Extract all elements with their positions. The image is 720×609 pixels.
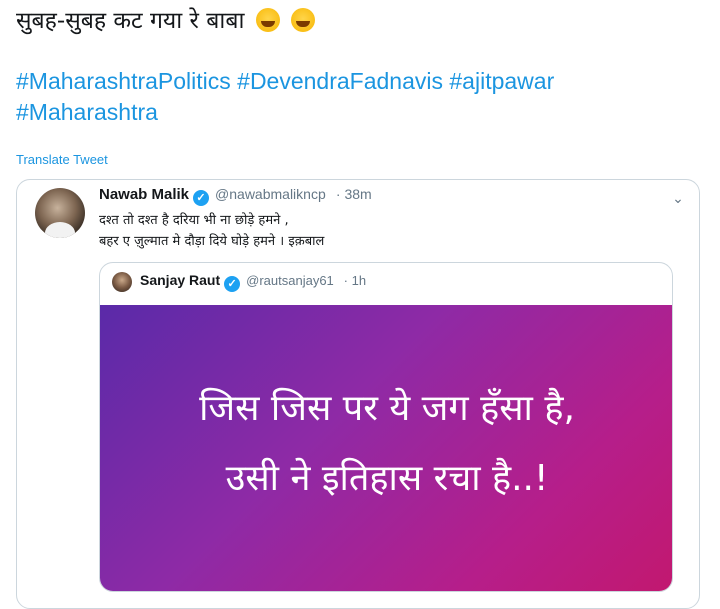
tears-of-joy-emoji-icon [291, 8, 316, 32]
tweet-body: सुबह-सुबह कट गया रे बाबा [16, 8, 245, 34]
image-text-line-1: जिस जिस पर ये जग हँसा है, [199, 388, 575, 429]
hashtag-link[interactable]: #ajitpawar [449, 68, 554, 94]
quoted-line-2: बहर ए ज़ुल्मात मे दौड़ा दिये घोड़े हमने … [99, 234, 325, 249]
verified-badge-icon: ✓ [193, 190, 210, 206]
translate-tweet-link[interactable]: Translate Tweet [16, 152, 108, 167]
author-name[interactable]: Sanjay Raut [140, 272, 220, 288]
quote-image[interactable]: जिस जिस पर ये जग हँसा है, उसी ने इतिहास … [100, 305, 672, 591]
quoted-tweet-text: दश्त तो दश्त है दरिया भी ना छोड़े हमने ,… [99, 210, 324, 252]
author-name[interactable]: Nawab Malik [99, 186, 189, 203]
image-text-line-2: उसी ने इतिहास रचा है..! [225, 458, 549, 499]
hashtag-link[interactable]: #Maharashtra [16, 99, 158, 125]
nested-author: Sanjay Raut ✓ @rautsanjay61 · 1h [140, 272, 366, 292]
author-handle[interactable]: @nawabmalikncp [215, 186, 326, 202]
rolling-on-floor-laughing-emoji-icon [255, 8, 280, 32]
verified-badge-icon: ✓ [224, 276, 241, 292]
hashtag-link[interactable]: #DevendraFadnavis [237, 68, 443, 94]
avatar[interactable] [35, 188, 85, 238]
hashtags: #MaharashtraPolitics #DevendraFadnavis #… [16, 66, 706, 128]
tweet-time[interactable]: · 1h [344, 273, 366, 288]
avatar[interactable] [112, 272, 132, 292]
tweet-text: सुबह-सुबह कट गया रे बाबा [16, 4, 316, 38]
nested-quoted-tweet[interactable]: Sanjay Raut ✓ @rautsanjay61 · 1h जिस जिस प… [99, 262, 673, 592]
chevron-down-icon[interactable]: ⌄ [669, 190, 687, 208]
hashtag-link[interactable]: #MaharashtraPolitics [16, 68, 231, 94]
author-handle[interactable]: @rautsanjay61 [246, 273, 334, 288]
quoted-author: Nawab Malik ✓ @nawabmalikncp · 38m [99, 186, 372, 206]
tweet-time[interactable]: · 38m [336, 186, 372, 202]
quoted-line-1: दश्त तो दश्त है दरिया भी ना छोड़े हमने , [99, 213, 289, 228]
quoted-tweet-card[interactable]: Nawab Malik ✓ @nawabmalikncp · 38m ⌄ दश्त … [16, 179, 700, 609]
